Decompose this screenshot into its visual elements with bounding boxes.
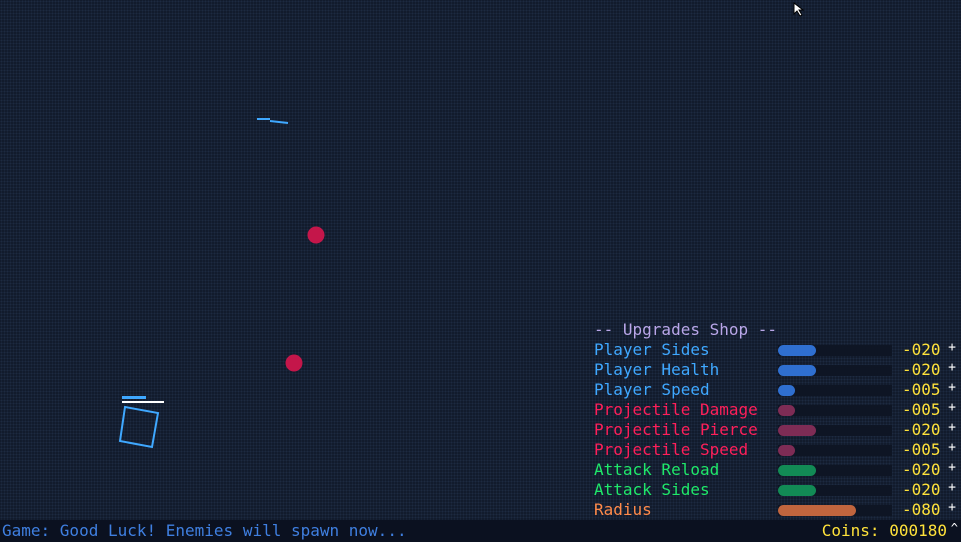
upgrade-label: Attack Reload — [594, 460, 720, 479]
buy-upgrade-button[interactable]: + — [946, 498, 958, 518]
upgrade-level-track — [778, 365, 892, 376]
enemy — [285, 354, 303, 372]
status-bar: Game: Good Luck! Enemies will spawn now.… — [0, 520, 961, 542]
upgrade-label: Projectile Speed — [594, 440, 749, 459]
buy-upgrade-button[interactable]: + — [946, 418, 958, 438]
upgrade-level-fill — [778, 485, 816, 496]
upgrade-label: Projectile Pierce — [594, 420, 758, 439]
upgrades-shop: -- Upgrades Shop -- Player Sides -020 + Pla… — [594, 320, 961, 520]
upgrade-level-fill — [778, 425, 816, 436]
buy-upgrade-button[interactable]: + — [946, 378, 958, 398]
player-ship — [118, 405, 160, 449]
coin-counter: Coins: 000180 — [821, 521, 947, 540]
upgrade-cost: -005 — [902, 400, 941, 419]
upgrade-level-track — [778, 465, 892, 476]
upgrade-level-fill — [778, 505, 856, 516]
upgrade-row: Projectile Speed -005 + — [594, 440, 961, 460]
upgrade-level-track — [778, 345, 892, 356]
upgrade-cost: -020 — [902, 460, 941, 479]
buy-upgrade-button[interactable]: + — [946, 358, 958, 378]
upgrade-row: Projectile Damage -005 + — [594, 400, 961, 420]
upgrade-label: Projectile Damage — [594, 400, 758, 419]
buy-upgrade-button[interactable]: + — [946, 398, 958, 418]
upgrade-cost: -005 — [902, 380, 941, 399]
projectile — [257, 118, 289, 124]
upgrade-row: Attack Sides -020 + — [594, 480, 961, 500]
upgrade-row: Player Speed -005 + — [594, 380, 961, 400]
upgrade-label: Radius — [594, 500, 652, 519]
status-message: Game: Good Luck! Enemies will spawn now.… — [2, 521, 407, 540]
upgrade-level-track — [778, 405, 892, 416]
upgrade-label: Player Health — [594, 360, 720, 379]
upgrade-level-fill — [778, 465, 816, 476]
upgrade-label: Player Sides — [594, 340, 710, 359]
buy-upgrade-button[interactable]: + — [946, 478, 958, 498]
upgrade-row: Projectile Pierce -020 + — [594, 420, 961, 440]
upgrade-level-fill — [778, 385, 795, 396]
upgrade-level-track — [778, 485, 892, 496]
upgrade-level-fill — [778, 345, 816, 356]
caret-icon: ^ — [950, 521, 958, 535]
upgrade-label: Attack Sides — [594, 480, 710, 499]
shop-title: -- Upgrades Shop -- — [594, 320, 778, 339]
buy-upgrade-button[interactable]: + — [946, 438, 958, 458]
upgrade-row: Player Health -020 + — [594, 360, 961, 380]
upgrade-cost: -005 — [902, 440, 941, 459]
player-health-bar — [122, 396, 164, 403]
upgrade-row: Radius -080 + — [594, 500, 961, 520]
upgrade-row: Player Sides -020 + — [594, 340, 961, 360]
upgrade-cost: -020 — [902, 340, 941, 359]
upgrade-level-track — [778, 445, 892, 456]
upgrade-cost: -020 — [902, 480, 941, 499]
upgrade-level-track — [778, 505, 892, 516]
upgrade-level-fill — [778, 445, 795, 456]
upgrade-label: Player Speed — [594, 380, 710, 399]
buy-upgrade-button[interactable]: + — [946, 458, 958, 478]
upgrade-row: Attack Reload -020 + — [594, 460, 961, 480]
upgrade-level-fill — [778, 405, 795, 416]
upgrade-cost: -020 — [902, 420, 941, 439]
upgrade-level-fill — [778, 365, 816, 376]
upgrade-cost: -020 — [902, 360, 941, 379]
upgrade-level-track — [778, 425, 892, 436]
enemy — [307, 226, 325, 244]
upgrade-cost: -080 — [902, 500, 941, 519]
mouse-cursor-icon — [793, 2, 805, 17]
upgrade-level-track — [778, 385, 892, 396]
buy-upgrade-button[interactable]: + — [946, 338, 958, 358]
